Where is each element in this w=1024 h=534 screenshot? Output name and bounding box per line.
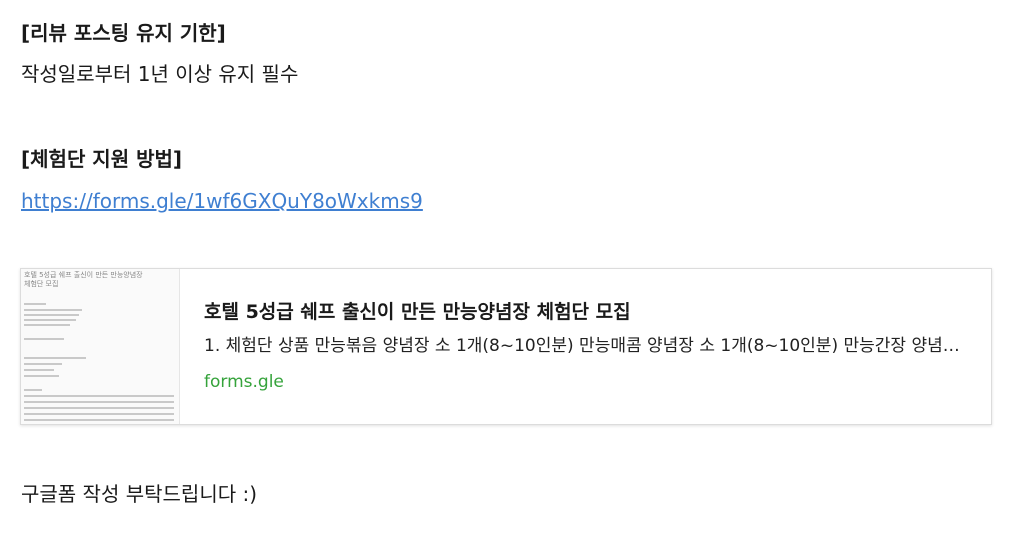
review-period-heading: [리뷰 포스팅 유지 기한] bbox=[21, 21, 226, 45]
thumbnail-text-line bbox=[24, 314, 79, 316]
document-thumbnail-icon: 호텔 5성급 쉐프 출신이 만든 만능양념장 체험단 모집 bbox=[21, 269, 180, 424]
thumbnail-text-line bbox=[24, 375, 59, 377]
thumbnail-text-line bbox=[24, 401, 174, 403]
thumbnail-title-bottom: 체험단 모집 bbox=[24, 280, 59, 288]
apply-method-heading: [체험단 지원 방법] bbox=[21, 147, 183, 171]
google-form-link[interactable]: https://forms.gle/1wf6GXQuY8oWxkms9 bbox=[21, 189, 423, 213]
thumbnail-text-line bbox=[24, 309, 82, 311]
thumbnail-text-line bbox=[24, 369, 54, 371]
thumbnail-text-line bbox=[24, 389, 42, 391]
thumbnail-text-line bbox=[24, 303, 46, 305]
post-content: [리뷰 포스팅 유지 기한] 작성일로부터 1년 이상 유지 필수 [체험단 지… bbox=[0, 0, 1024, 534]
review-period-text: 작성일로부터 1년 이상 유지 필수 bbox=[21, 62, 299, 86]
thumbnail-text-line bbox=[24, 407, 174, 409]
link-preview-title: 호텔 5성급 쉐프 출신이 만든 만능양념장 체험단 모집 bbox=[204, 301, 631, 323]
link-preview-domain: forms.gle bbox=[204, 372, 284, 392]
thumbnail-text-line bbox=[24, 395, 174, 397]
thumbnail-text-line bbox=[24, 357, 86, 359]
thumbnail-text-line bbox=[24, 319, 76, 321]
thumbnail-text-line bbox=[24, 419, 174, 421]
thumbnail-text-line bbox=[24, 363, 62, 365]
thumbnail-text-line bbox=[24, 324, 70, 326]
link-preview-body: 호텔 5성급 쉐프 출신이 만든 만능양념장 체험단 모집 1. 체험단 상품 … bbox=[204, 269, 972, 424]
apply-link-line: https://forms.gle/1wf6GXQuY8oWxkms9 bbox=[21, 188, 423, 214]
thumbnail-text-line bbox=[24, 338, 64, 340]
thumbnail-title-top: 호텔 5성급 쉐프 출신이 만든 만능양념장 bbox=[24, 271, 143, 279]
link-preview-description: 1. 체험단 상품 만능볶음 양념장 소 1개(8~10인분) 만능매콤 양념장… bbox=[204, 336, 972, 356]
closing-text: 구글폼 작성 부탁드립니다 :) bbox=[21, 482, 258, 506]
thumbnail-text-line bbox=[24, 413, 174, 415]
link-preview-card[interactable]: 호텔 5성급 쉐프 출신이 만든 만능양념장 체험단 모집 호텔 5성급 쉐프 … bbox=[20, 268, 992, 425]
